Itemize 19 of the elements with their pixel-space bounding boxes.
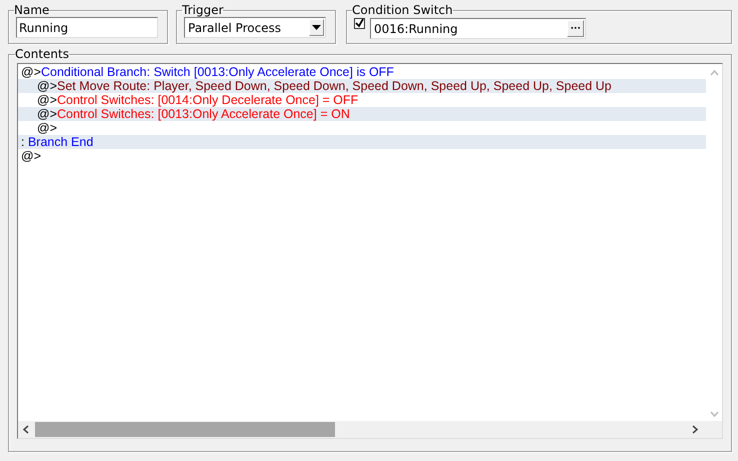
trigger-dropdown[interactable]: Parallel Process <box>184 17 326 38</box>
scroll-right-icon[interactable] <box>692 425 698 434</box>
checkbox[interactable] <box>354 18 365 29</box>
scroll-thumb[interactable] <box>35 422 335 437</box>
group-label: Name <box>14 3 50 17</box>
scroll-left-icon[interactable] <box>23 425 29 434</box>
group-label: Condition Switch <box>352 3 453 17</box>
scroll-down-icon[interactable] <box>710 411 718 417</box>
name-field[interactable]: Running <box>16 17 158 38</box>
browse-button[interactable]: ··· <box>567 20 584 37</box>
switch-field[interactable]: 0016:Running ··· <box>370 18 586 39</box>
command-line[interactable]: @>Control Switches: [0014:Only Decelerate Once] = OFF <box>18 93 706 107</box>
group-label: Contents <box>15 47 69 61</box>
scroll-up-icon[interactable] <box>710 70 718 76</box>
command-line[interactable]: @> <box>18 121 706 135</box>
command-line[interactable]: @>Conditional Branch: Switch [0013:Only Accelerate Once] is OFF <box>18 65 706 79</box>
dropdown-arrow-icon <box>312 25 321 30</box>
command-line[interactable]: @> <box>18 149 706 163</box>
group-label: Trigger <box>182 3 224 17</box>
